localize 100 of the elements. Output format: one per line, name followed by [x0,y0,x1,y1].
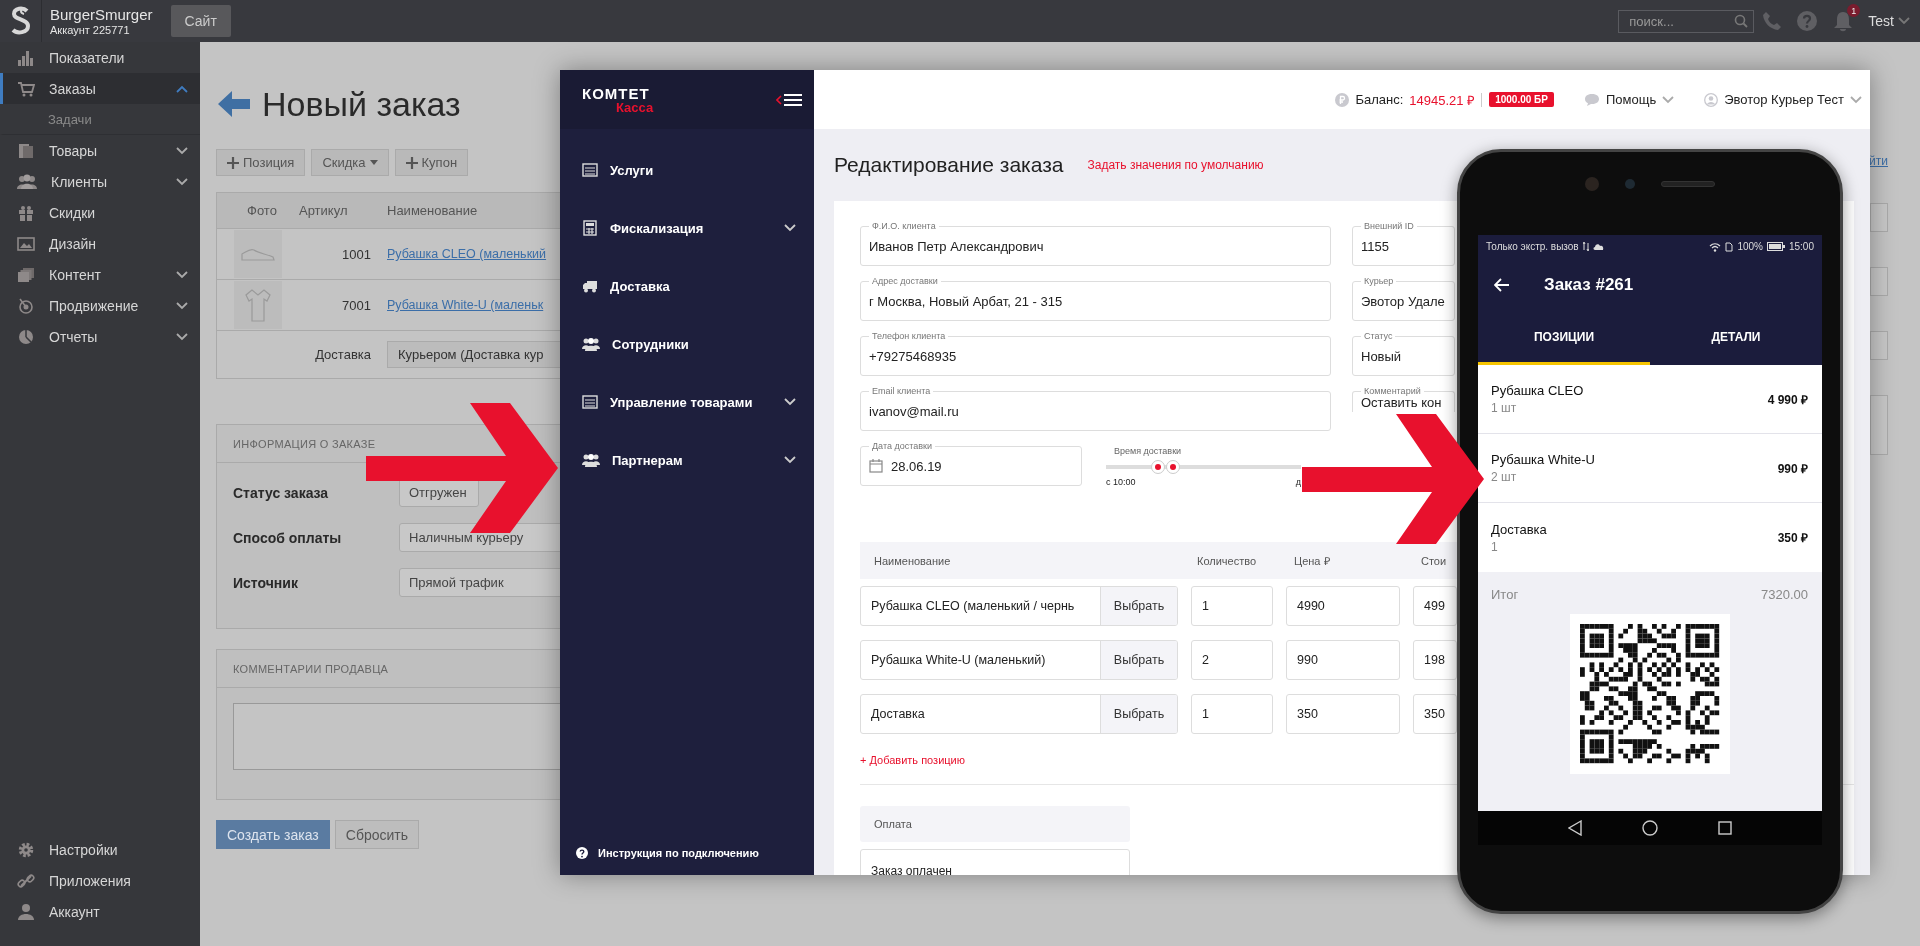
field-label: Комментарий [1361,385,1424,397]
field-label: Email клиента [869,385,934,397]
column-header: Количество [1196,554,1258,567]
field-value: Оставить кон [1361,395,1442,410]
column-header: Фото [246,203,278,218]
field-value: г Москва, Новый Арбат, 21 - 315 [869,293,1063,309]
field-value: ivanov@mail.ru [869,403,959,419]
notification-badge: 1 [1847,4,1861,17]
list-row[interactable]: Рубашка CLEO 1 шт 4 990 ₽ [1478,365,1822,434]
section-header: Оплата [860,806,1130,842]
delivery-select[interactable]: Курьером (Доставка кур [387,341,560,368]
column-header: Стои [1420,554,1448,567]
nav-item[interactable]: Управление товарами [560,373,814,431]
field-label: Телефон клиента [869,330,949,342]
user-menu[interactable]: Test [1868,13,1910,29]
nav-item[interactable]: Услуги [560,141,814,199]
sidebar-item[interactable]: Отчеты [0,321,200,352]
dropdown-button[interactable]: Скидка [311,149,389,176]
nav-item[interactable]: Сотрудники [560,315,814,373]
sidebar-item[interactable]: Показатели [0,42,200,73]
screen-title: Заказ #261 [1544,274,1634,295]
list-row[interactable]: Доставка 1 350 ₽ [1478,503,1822,572]
item-price: 350 ₽ [1777,530,1808,546]
search-field[interactable]: поиск... [1618,9,1755,33]
help-link[interactable]: Инструкция по подключению [560,847,814,875]
sidebar-item[interactable]: Приложения [0,865,200,896]
sidebar-item[interactable]: Заказы [0,73,200,104]
sidebar-item[interactable]: Клиенты [0,166,200,197]
field-label: Адрес доставки [869,275,941,287]
panel-title: КОММЕНТАРИИ ПРОДАВЦА [233,662,389,675]
field-value: Новый [1361,348,1402,364]
page-title: Новый заказ [262,84,461,124]
total-label: Итог [1491,587,1519,602]
defaults-link[interactable]: Задать значения по умолчанию [1087,158,1264,172]
quantity-field[interactable]: 1 [1191,694,1273,734]
item-name: Рубашка White-U [1491,452,1595,467]
item-quantity: 1 шт [1491,401,1518,415]
add-button[interactable]: Купон [394,149,469,176]
item-price: 990 ₽ [1777,460,1808,477]
quantity-field[interactable]: 2 [1191,640,1273,680]
field-label: Внешний ID [1361,220,1417,232]
column-header: Наименование [873,554,952,567]
nav-item[interactable]: Партнерам [560,431,814,489]
sidebar-item[interactable]: Контент [0,259,200,290]
create-order-button[interactable]: Создать заказ [216,820,330,849]
nav-item[interactable]: Доставка [560,257,814,315]
add-item-link[interactable]: + Добавить позицию [860,754,965,766]
bonus-badge: 1000.00 БР [1489,92,1554,107]
sidebar-subitem[interactable]: Задачи [0,104,200,135]
clock-time: 15:00 [1788,241,1814,252]
panel-title: ИНФОРМАЦИЯ О ЗАКАЗЕ [233,437,376,450]
sidebar-item[interactable]: Настройки [0,834,200,865]
reset-button[interactable]: Сбросить [334,820,419,849]
item-price: 4 990 ₽ [1767,391,1808,408]
site-button[interactable]: Сайт [170,5,231,37]
field-label: Курьер [1361,275,1397,287]
field-label: Дата доставки [869,440,935,452]
nav-item[interactable]: Фискализация [560,199,814,257]
user-menu[interactable]: Эвотор Курьер Тест [1704,92,1862,107]
field-value: 1155 [1361,238,1389,254]
brand-name: BurgerSmurger [50,6,153,23]
select-field[interactable]: Наличным курьеру [399,523,560,552]
sidebar-item[interactable]: Продвижение [0,290,200,321]
sku-cell-text: 7001 [341,297,371,313]
logo-product: Касса [615,100,654,114]
item-quantity: 1 [1491,539,1499,554]
account-number: Аккаунт 225771 [50,24,131,36]
logo-name: КОМТЕТ [582,85,651,101]
column-header: Наименование [386,203,479,218]
select-field[interactable]: Прямой трафик [399,568,560,597]
sidebar-item[interactable]: Скидки [0,197,200,228]
balance-label: Баланс: [1355,92,1404,107]
quantity-field[interactable]: 1 [1191,586,1273,626]
field-label: Способ оплаты [232,529,343,546]
battery-percent: 100% [1737,241,1763,252]
tab[interactable]: ДЕТАЛИ [1650,311,1822,365]
sidebar-item[interactable]: Товары [0,135,200,166]
range-start-label: с 10:00 [1106,477,1136,487]
field-label: Время доставки [1113,446,1183,456]
item-quantity: 2 шт [1491,470,1518,484]
balance-amount: 14945.21 ₽ [1409,91,1476,109]
field-label: Статус [1361,330,1396,342]
price-field[interactable]: 350 [1286,694,1400,734]
page-title: Редактирование заказа [834,153,1064,177]
field-value: Эвотор Удале [1361,293,1445,309]
total-value: 7320.00 [1761,587,1808,602]
payment-select[interactable]: Заказ оплачен [860,849,1130,875]
item-name: Рубашка CLEO [1491,383,1584,398]
price-field[interactable]: 4990 [1286,586,1400,626]
sidebar-item[interactable]: Дизайн [0,228,200,259]
field-label: Ф.И.О. клиента [869,220,939,232]
sku-cell-text: 1001 [341,246,371,262]
price-field[interactable]: 990 [1286,640,1400,680]
field-label: Источник [232,574,299,591]
range-end-label: д [1295,477,1301,487]
add-button[interactable]: Позиция [216,149,306,176]
carrier-text: Только экстр. вызов [1486,241,1579,252]
field-value: Иванов Петр Александрович [869,238,1044,254]
sidebar-item[interactable]: Аккаунт [0,896,200,927]
help-menu[interactable]: Помощь [1583,92,1675,107]
